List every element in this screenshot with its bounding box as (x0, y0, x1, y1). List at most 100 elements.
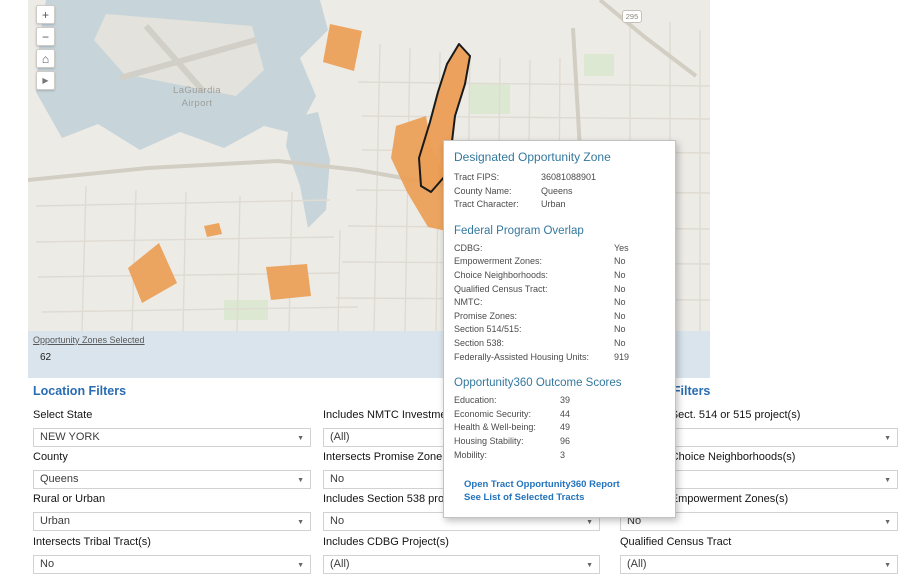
tribal-tract-dropdown[interactable]: No ▼ (33, 555, 311, 574)
map-label-airport: LaGuardia Airport (152, 84, 242, 110)
tooltip-row: Federally-Assisted Housing Units: 919 (454, 351, 665, 365)
tooltip-row: Empowerment Zones: No (454, 255, 665, 269)
row-value: 36081088901 (541, 171, 665, 185)
tooltip-links: Open Tract Opportunity360 Report See Lis… (454, 478, 665, 504)
zoom-in-button[interactable]: + (36, 5, 55, 24)
filter-rural-urban: Rural or Urban Urban ▼ (33, 493, 311, 531)
row-value: No (614, 255, 665, 269)
row-value: 3 (560, 449, 665, 463)
tract-tooltip: Designated Opportunity Zone Tract FIPS: … (443, 140, 676, 518)
see-selected-tracts-link[interactable]: See List of Selected Tracts (464, 491, 665, 504)
rural-urban-dropdown[interactable]: Urban ▼ (33, 512, 311, 531)
tooltip-row: Tract FIPS: 36081088901 (454, 171, 665, 185)
county-dropdown[interactable]: Queens ▼ (33, 470, 311, 489)
filter-cdbg: Includes CDBG Project(s) (All) ▼ (323, 536, 600, 574)
park (470, 84, 510, 114)
row-value: No (614, 323, 665, 337)
chevron-down-icon: ▼ (884, 519, 891, 526)
tooltip-row: Mobility: 3 (454, 449, 665, 463)
row-value: 44 (560, 408, 665, 422)
row-label: Mobility: (454, 449, 560, 463)
row-value: No (614, 337, 665, 351)
chevron-down-icon: ▼ (884, 562, 891, 569)
dropdown-value: Urban (40, 515, 70, 527)
qualified-census-tract-dropdown[interactable]: (All) ▼ (620, 555, 898, 574)
row-label: NMTC: (454, 296, 614, 310)
dropdown-value: NEW YORK (40, 431, 100, 443)
chevron-down-icon: ▼ (586, 519, 593, 526)
row-label: Tract FIPS: (454, 171, 541, 185)
chevron-down-icon: ▼ (297, 477, 304, 484)
row-value: 49 (560, 421, 665, 435)
tooltip-row: Section 538: No (454, 337, 665, 351)
dropdown-value: (All) (330, 431, 350, 443)
chevron-down-icon: ▼ (297, 435, 304, 442)
filter-label: Intersects Tribal Tract(s) (33, 536, 311, 551)
filter-select-state: Select State NEW YORK ▼ (33, 409, 311, 447)
dropdown-value: No (330, 515, 344, 527)
cdbg-dropdown[interactable]: (All) ▼ (323, 555, 600, 574)
dropdown-value: No (330, 473, 344, 485)
location-filters-heading: Location Filters (33, 384, 126, 398)
row-value: No (614, 296, 665, 310)
row-value: 39 (560, 394, 665, 408)
row-label: Health & Well-being: (454, 421, 560, 435)
row-label: Tract Character: (454, 198, 541, 212)
chevron-down-icon: ▼ (884, 477, 891, 484)
tooltip-row: Tract Character: Urban (454, 198, 665, 212)
filter-label: Qualified Census Tract (620, 536, 898, 551)
tooltip-row: Qualified Census Tract: No (454, 283, 665, 297)
row-label: CDBG: (454, 242, 614, 256)
row-label: Housing Stability: (454, 435, 560, 449)
tooltip-row: Section 514/515: No (454, 323, 665, 337)
park (224, 300, 268, 320)
filter-label: Select State (33, 409, 311, 424)
map-tools-expand-button[interactable]: ▶ (36, 71, 55, 90)
filter-label: County (33, 451, 311, 466)
row-value: No (614, 283, 665, 297)
row-value: 96 (560, 435, 665, 449)
row-value: No (614, 269, 665, 283)
filter-county: County Queens ▼ (33, 451, 311, 489)
open-tract-report-link[interactable]: Open Tract Opportunity360 Report (464, 478, 665, 491)
tooltip-title: Designated Opportunity Zone (454, 150, 665, 164)
home-button[interactable]: ⌂ (36, 49, 55, 68)
chevron-down-icon: ▼ (297, 562, 304, 569)
selected-zones-count: 62 (40, 352, 51, 363)
filter-label: Includes CDBG Project(s) (323, 536, 600, 551)
filter-label: Rural or Urban (33, 493, 311, 508)
row-value: No (614, 310, 665, 324)
zoom-out-button[interactable]: − (36, 27, 55, 46)
dropdown-value: No (40, 558, 54, 570)
road-shield-295: 295 (622, 10, 642, 23)
row-label: Promise Zones: (454, 310, 614, 324)
tooltip-row: Choice Neighborhoods: No (454, 269, 665, 283)
chevron-down-icon: ▼ (297, 519, 304, 526)
filter-tribal-tract: Intersects Tribal Tract(s) No ▼ (33, 536, 311, 574)
outcome-scores-heading: Opportunity360 Outcome Scores (454, 377, 665, 389)
row-label: Federally-Assisted Housing Units: (454, 351, 614, 365)
row-label: Choice Neighborhoods: (454, 269, 614, 283)
tooltip-row: NMTC: No (454, 296, 665, 310)
dropdown-value: (All) (330, 558, 350, 570)
map-nav-controls: + − ⌂ ▶ (36, 5, 56, 93)
filter-qualified-census-tract: Qualified Census Tract (All) ▼ (620, 536, 898, 574)
row-label: Empowerment Zones: (454, 255, 614, 269)
tooltip-row: Education: 39 (454, 394, 665, 408)
park (584, 54, 614, 76)
row-label: Education: (454, 394, 560, 408)
row-label: Section 514/515: (454, 323, 614, 337)
select-state-dropdown[interactable]: NEW YORK ▼ (33, 428, 311, 447)
row-value: 919 (614, 351, 665, 365)
tooltip-row: Promise Zones: No (454, 310, 665, 324)
tooltip-row: CDBG: Yes (454, 242, 665, 256)
tooltip-row: Economic Security: 44 (454, 408, 665, 422)
chevron-down-icon: ▼ (586, 562, 593, 569)
row-label: County Name: (454, 185, 541, 199)
tooltip-row: Health & Well-being: 49 (454, 421, 665, 435)
federal-overlap-heading: Federal Program Overlap (454, 225, 665, 237)
tooltip-row: Housing Stability: 96 (454, 435, 665, 449)
opportunity-zone[interactable] (266, 264, 311, 300)
row-value: Urban (541, 198, 665, 212)
dropdown-value: Queens (40, 473, 79, 485)
